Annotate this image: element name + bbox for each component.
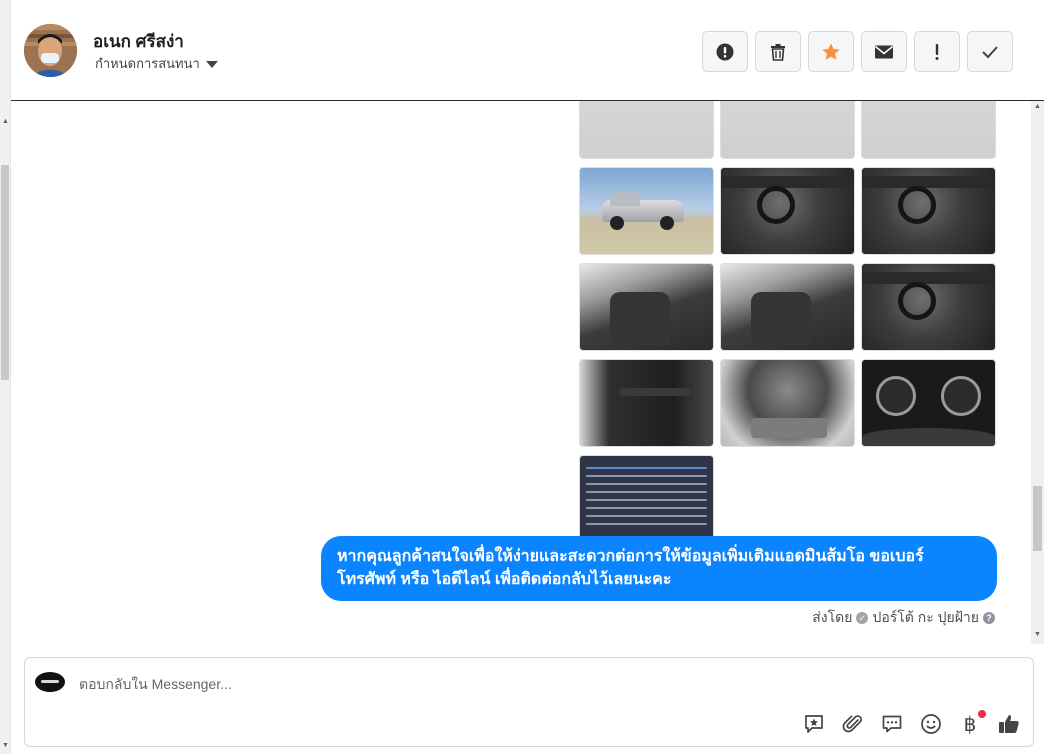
chat-icon — [882, 715, 902, 733]
photo-front-seat-1[interactable] — [579, 263, 714, 351]
composer-toolbar: ฿ — [802, 710, 1021, 736]
saved-reply-button[interactable] — [802, 712, 826, 736]
like-button[interactable] — [997, 712, 1021, 736]
conversation-header: อเนก ศรีสง่า กำหนดการสนทนา — [11, 0, 1044, 101]
star-button[interactable] — [808, 31, 854, 72]
photo-front-seat-2[interactable] — [720, 263, 855, 351]
baht-payment-icon: ฿ — [963, 712, 977, 736]
important-button[interactable] — [914, 31, 960, 72]
photo-side[interactable] — [579, 167, 714, 255]
sent-by-line: ส่งโดย ✓ ปอร์โต้ กะ ปุยฝ้าย ? — [812, 607, 995, 629]
conversation-label-text: กำหนดการสนทนา — [95, 56, 200, 71]
message-thread[interactable]: หากคุณลูกค้าสนใจเพื่อให้ง่ายและสะดวกต่อก… — [11, 101, 1031, 644]
help-question-icon[interactable]: ? — [983, 612, 995, 624]
sent-by-prefix: ส่งโดย — [812, 609, 853, 625]
emoji-button[interactable] — [919, 712, 943, 736]
contact-avatar[interactable] — [24, 24, 77, 77]
photo-engine[interactable] — [720, 359, 855, 447]
sent-by-name[interactable]: ปอร์โต้ กะ ปุยฝ้าย — [872, 607, 979, 629]
photo-attachment-grid — [579, 101, 996, 543]
checkmark-icon — [982, 45, 998, 58]
photo-rear-3[interactable] — [861, 101, 996, 159]
page-avatar — [35, 672, 65, 692]
payment-button[interactable]: ฿ — [958, 710, 986, 736]
reply-input[interactable] — [79, 673, 679, 695]
photo-dashboard[interactable] — [720, 167, 855, 255]
photo-rear-1[interactable] — [579, 101, 714, 159]
scroll-up-arrow-icon[interactable]: ▲ — [2, 118, 9, 125]
thread-scrollbar[interactable]: ▲ ▼ — [1031, 101, 1044, 644]
contact-name[interactable]: อเนก ศรีสง่า — [93, 28, 184, 55]
saved-reply-icon — [805, 715, 823, 733]
header-actions — [702, 31, 1013, 72]
exclamation-circle-icon — [716, 43, 734, 60]
message-text: หากคุณลูกค้าสนใจเพื่อให้ง่ายและสะดวกต่อก… — [337, 548, 924, 588]
photo-rear-2[interactable] — [720, 101, 855, 159]
star-icon — [822, 43, 840, 60]
photo-gearshift[interactable] — [861, 167, 996, 255]
mark-done-button[interactable] — [967, 31, 1013, 72]
thread-scrollbar-thumb[interactable] — [1033, 486, 1042, 551]
scroll-down-arrow-icon[interactable]: ▼ — [1034, 631, 1041, 638]
quick-reply-button[interactable] — [880, 712, 904, 736]
conversation-label-dropdown[interactable]: กำหนดการสนทนา — [95, 53, 218, 74]
delete-button[interactable] — [755, 31, 801, 72]
mark-unread-button[interactable] — [861, 31, 907, 72]
scroll-up-arrow-icon[interactable]: ▲ — [1034, 103, 1041, 110]
photo-gauges[interactable] — [861, 359, 996, 447]
verified-check-icon: ✓ — [856, 612, 869, 624]
caret-down-icon — [205, 61, 218, 68]
photo-spec-sheet[interactable] — [579, 455, 714, 543]
attach-file-button[interactable] — [841, 712, 865, 736]
trash-icon — [771, 43, 785, 61]
emoji-icon — [921, 714, 941, 734]
attachment-icon — [842, 715, 862, 733]
notification-dot — [978, 710, 986, 718]
outgoing-message-bubble[interactable]: หากคุณลูกค้าสนใจเพื่อให้ง่ายและสะดวกต่อก… — [321, 536, 997, 601]
left-scrollbar-thumb[interactable] — [1, 165, 9, 380]
exclamation-icon — [935, 43, 939, 60]
left-scrollbar[interactable]: ▲ ▼ — [0, 0, 11, 754]
photo-cabin[interactable] — [861, 263, 996, 351]
thumbs-up-icon — [999, 715, 1019, 733]
reply-composer: ฿ — [24, 657, 1034, 747]
scroll-down-arrow-icon[interactable]: ▼ — [2, 742, 9, 749]
report-button[interactable] — [702, 31, 748, 72]
envelope-icon — [874, 45, 894, 58]
photo-door-panel[interactable] — [579, 359, 714, 447]
